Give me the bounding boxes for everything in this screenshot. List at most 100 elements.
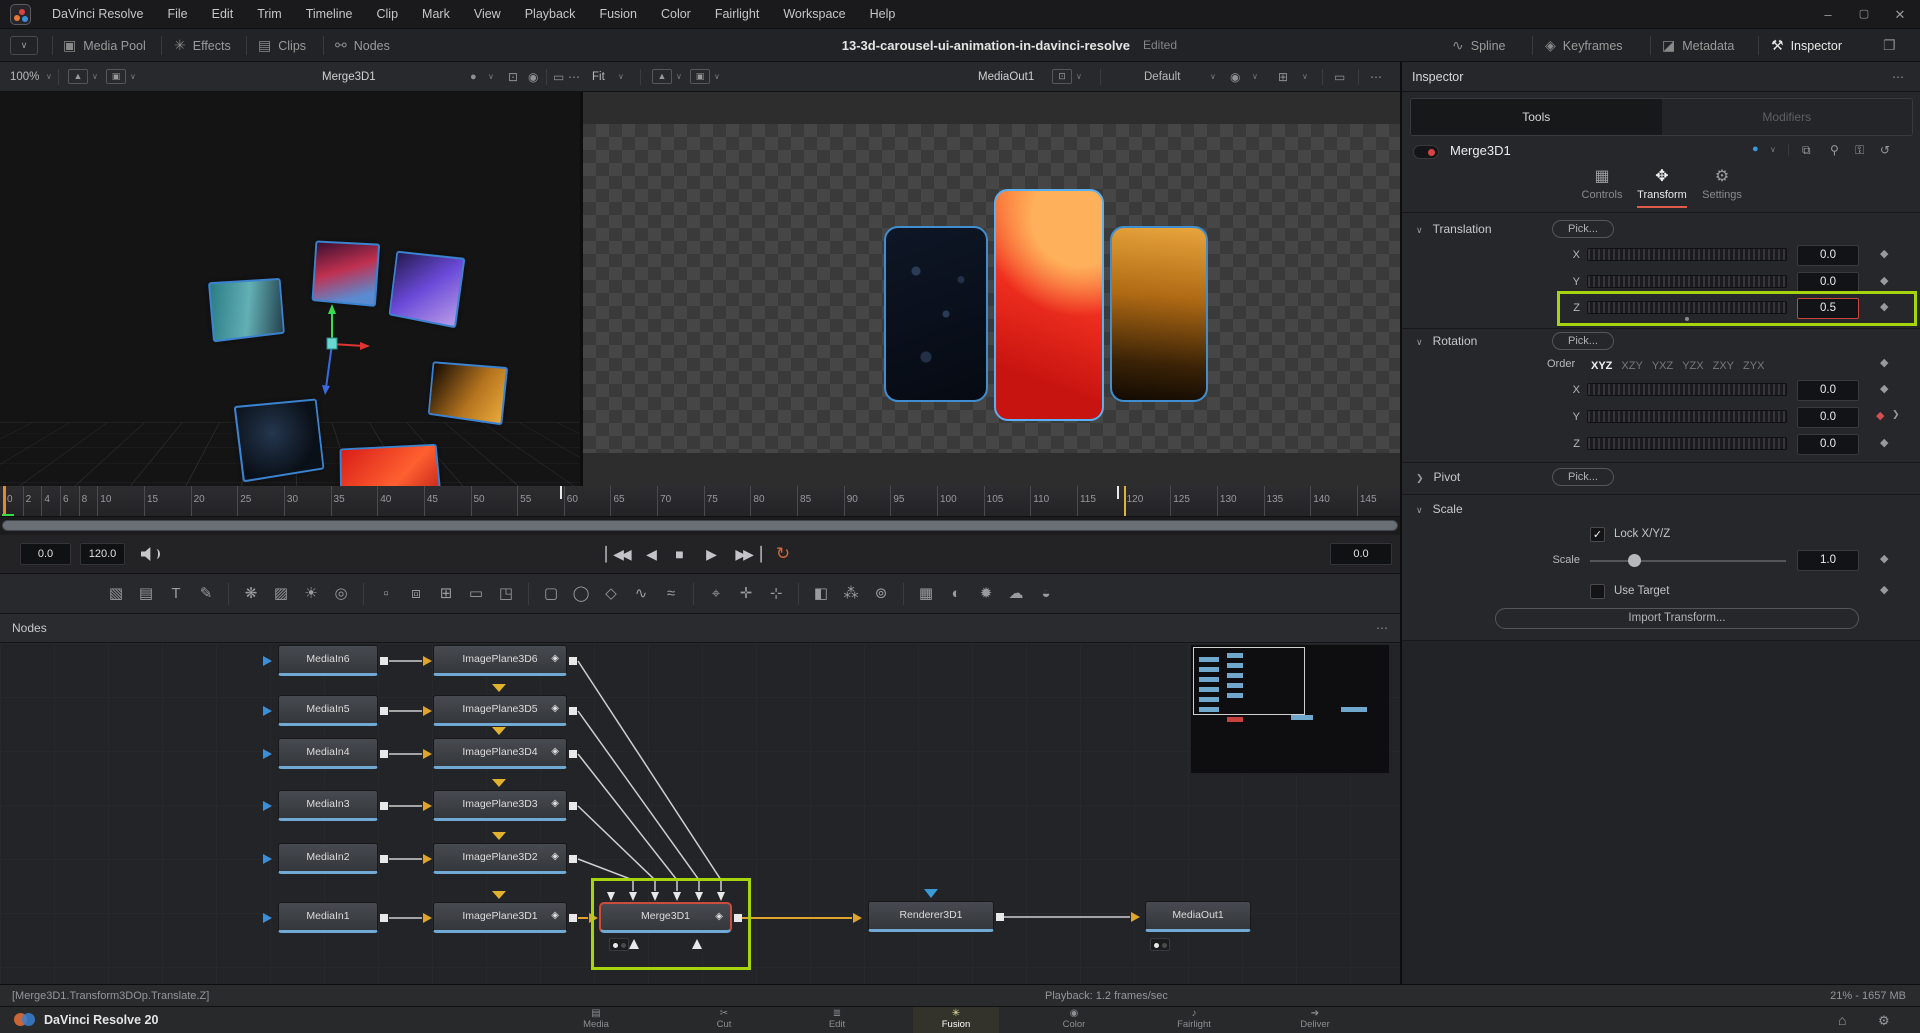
current-frame-field[interactable]: 0.0 — [1330, 543, 1392, 565]
transform-tool-icon[interactable]: ▫ — [374, 582, 398, 606]
translation-x-field[interactable]: 0.0 — [1797, 245, 1859, 266]
rotation-y-keyframe-icon-active[interactable]: ◆ — [1876, 409, 1884, 422]
effects-toggle[interactable]: ✳ Effects — [174, 29, 231, 62]
subtab-settings[interactable]: ⚙ Settings — [1687, 165, 1757, 201]
text-plus-tool-icon[interactable]: T — [164, 582, 188, 606]
left-viewer-options-icon[interactable]: ⋯ — [568, 62, 580, 92]
playhead[interactable] — [3, 486, 6, 517]
right-viewer-buffer-button[interactable]: ▣ — [690, 69, 710, 84]
node-enable-toggle[interactable] — [1413, 145, 1439, 159]
paint-tool-icon[interactable]: ✎ — [194, 582, 218, 606]
inspector-toggle[interactable]: ⚒ Inspector — [1771, 29, 1842, 62]
translation-y-keyframe-icon[interactable]: ◆ — [1880, 274, 1888, 287]
tab-tools[interactable]: Tools — [1411, 99, 1662, 135]
page-fusion[interactable]: ✳Fusion — [913, 1007, 999, 1033]
node-mediain3[interactable]: MediaIn3 — [278, 790, 378, 821]
pivot-pick-button[interactable]: Pick... — [1552, 468, 1614, 486]
left-viewer-color-icon[interactable]: ● — [470, 62, 477, 92]
right-viewer-grid-icon[interactable]: ⊞ — [1278, 62, 1288, 92]
rotation-order-zyx[interactable]: ZYX — [1743, 360, 1764, 372]
menu-view[interactable]: View — [474, 0, 501, 29]
right-viewer-lut-select[interactable]: Default — [1144, 62, 1180, 92]
loop-button[interactable]: ↻ — [772, 541, 794, 567]
page-deliver[interactable]: ➔Deliver — [1272, 1007, 1358, 1033]
render-range-end-marker[interactable] — [1124, 486, 1126, 517]
dve-tool-icon[interactable]: ◳ — [494, 582, 518, 606]
rotation-y-field[interactable]: 0.0 — [1797, 407, 1859, 428]
node-merge3d1[interactable]: Merge3D1◈ — [599, 902, 732, 933]
menu-help[interactable]: Help — [870, 0, 896, 29]
right-viewer-options-icon[interactable]: ⋯ — [1370, 62, 1382, 92]
rotation-z-slider[interactable] — [1587, 437, 1787, 450]
lock-xyz-checkbox[interactable]: ✓ — [1590, 527, 1605, 542]
home-icon[interactable]: ⌂ — [1838, 1007, 1846, 1033]
left-3d-viewport[interactable]: Y Perspective — [0, 92, 580, 486]
nodes-toggle[interactable]: ⚯ Nodes — [335, 29, 390, 62]
page-edit[interactable]: ≣Edit — [794, 1007, 880, 1033]
fog3d-tool-icon[interactable]: ☁ — [1004, 582, 1028, 606]
rotation-z-field[interactable]: 0.0 — [1797, 434, 1859, 455]
reset-icon[interactable]: ↺ — [1880, 143, 1890, 157]
page-fairlight[interactable]: ♪Fairlight — [1151, 1007, 1237, 1033]
media-pool-toggle[interactable]: ▣ Media Pool — [63, 29, 146, 62]
translation-z-keyframe-icon[interactable]: ◆ — [1880, 300, 1888, 313]
translation-y-slider[interactable] — [1587, 275, 1787, 288]
node-mediain5[interactable]: MediaIn5 — [278, 695, 378, 726]
node-graph[interactable]: MediaIn6ImagePlane3D6◈MediaIn5ImagePlane… — [0, 643, 1400, 984]
nodes-options-icon[interactable]: ⋯ — [1376, 614, 1388, 643]
right-viewer-expand-icon[interactable]: ▭ — [1334, 62, 1345, 92]
scale-slider[interactable] — [1590, 560, 1786, 562]
left-viewer-split-icon[interactable]: ⊡ — [508, 62, 518, 92]
rotation-order-xyz[interactable]: XYZ — [1591, 360, 1612, 372]
page-media[interactable]: ▤Media — [553, 1007, 639, 1033]
rotation-x-slider[interactable] — [1587, 383, 1787, 396]
resize-tool-icon[interactable]: ⊞ — [434, 582, 458, 606]
node-imageplane3d2[interactable]: ImagePlane3D2◈ — [433, 843, 567, 874]
merge-tool-icon[interactable]: ◧ — [809, 582, 833, 606]
rotation-order-zxy[interactable]: ZXY — [1713, 360, 1734, 372]
scale-field[interactable]: 1.0 — [1797, 550, 1859, 571]
menu-mark[interactable]: Mark — [422, 0, 450, 29]
page-color[interactable]: ◉Color — [1031, 1007, 1117, 1033]
right-viewer-channel-button[interactable]: ▲ — [652, 69, 672, 84]
left-viewer-roi-icon[interactable]: ◉ — [528, 62, 538, 92]
imageplane3d-tool-icon[interactable]: ▦ — [914, 582, 938, 606]
carousel-image-center[interactable] — [994, 189, 1104, 421]
camera3d-tool-icon[interactable]: ◒ — [1034, 582, 1058, 606]
versions-icon[interactable]: ⧉ — [1802, 143, 1811, 158]
node-mediain2[interactable]: MediaIn2 — [278, 843, 378, 874]
right-output-viewport[interactable] — [583, 92, 1400, 486]
shape3d-tool-icon[interactable]: ◐ — [944, 582, 968, 606]
right-viewer-gamut-icon[interactable]: ◉ — [1230, 62, 1240, 92]
node-imageplane3d4[interactable]: ImagePlane3D4◈ — [433, 738, 567, 769]
menu-trim[interactable]: Trim — [257, 0, 282, 29]
rotation-pick-button[interactable]: Pick... — [1552, 332, 1614, 350]
light3d-tool-icon[interactable]: ✹ — [974, 582, 998, 606]
left-viewer-zoom-select[interactable]: 100% — [10, 62, 39, 92]
right-viewer-zoom-select[interactable]: Fit — [592, 62, 605, 92]
stop-button[interactable]: ■ — [668, 541, 688, 567]
menu-davinci-resolve[interactable]: DaVinci Resolve — [52, 0, 143, 29]
menu-fusion[interactable]: Fusion — [599, 0, 637, 29]
ellipse-mask-icon[interactable]: ◯ — [569, 582, 593, 606]
node-color-dot-icon[interactable]: ● — [1752, 143, 1759, 155]
translation-z-field[interactable]: 0.5 — [1797, 298, 1859, 319]
glow-tool-icon[interactable]: ☀ — [299, 582, 323, 606]
media-tool-icon[interactable]: ▤ — [134, 582, 158, 606]
node-mediaout1[interactable]: MediaOut1 — [1145, 901, 1251, 932]
play-button[interactable]: ▶ — [700, 541, 720, 567]
clips-toggle[interactable]: ▤ Clips — [258, 29, 306, 62]
menu-edit[interactable]: Edit — [212, 0, 234, 29]
left-viewer-expand-icon[interactable]: ▭ — [553, 62, 564, 92]
use-target-keyframe-icon[interactable]: ◆ — [1880, 583, 1888, 596]
rotation-order-xzy[interactable]: XZY — [1621, 360, 1642, 372]
rotation-order-keyframe-icon[interactable]: ◆ — [1880, 356, 1888, 369]
node-renderer3d1[interactable]: Renderer3D1 — [868, 901, 994, 932]
rotation-order-yzx[interactable]: YZX — [1682, 360, 1703, 372]
collapse-ui-button[interactable]: ∨ — [10, 36, 38, 55]
range-start-field[interactable]: 0.0 — [20, 543, 71, 565]
carousel-image-right[interactable] — [1110, 226, 1208, 402]
node-imageplane3d3[interactable]: ImagePlane3D3◈ — [433, 790, 567, 821]
rotation-y-slider[interactable] — [1587, 410, 1787, 423]
bspline-mask-icon[interactable]: ∿ — [629, 582, 653, 606]
